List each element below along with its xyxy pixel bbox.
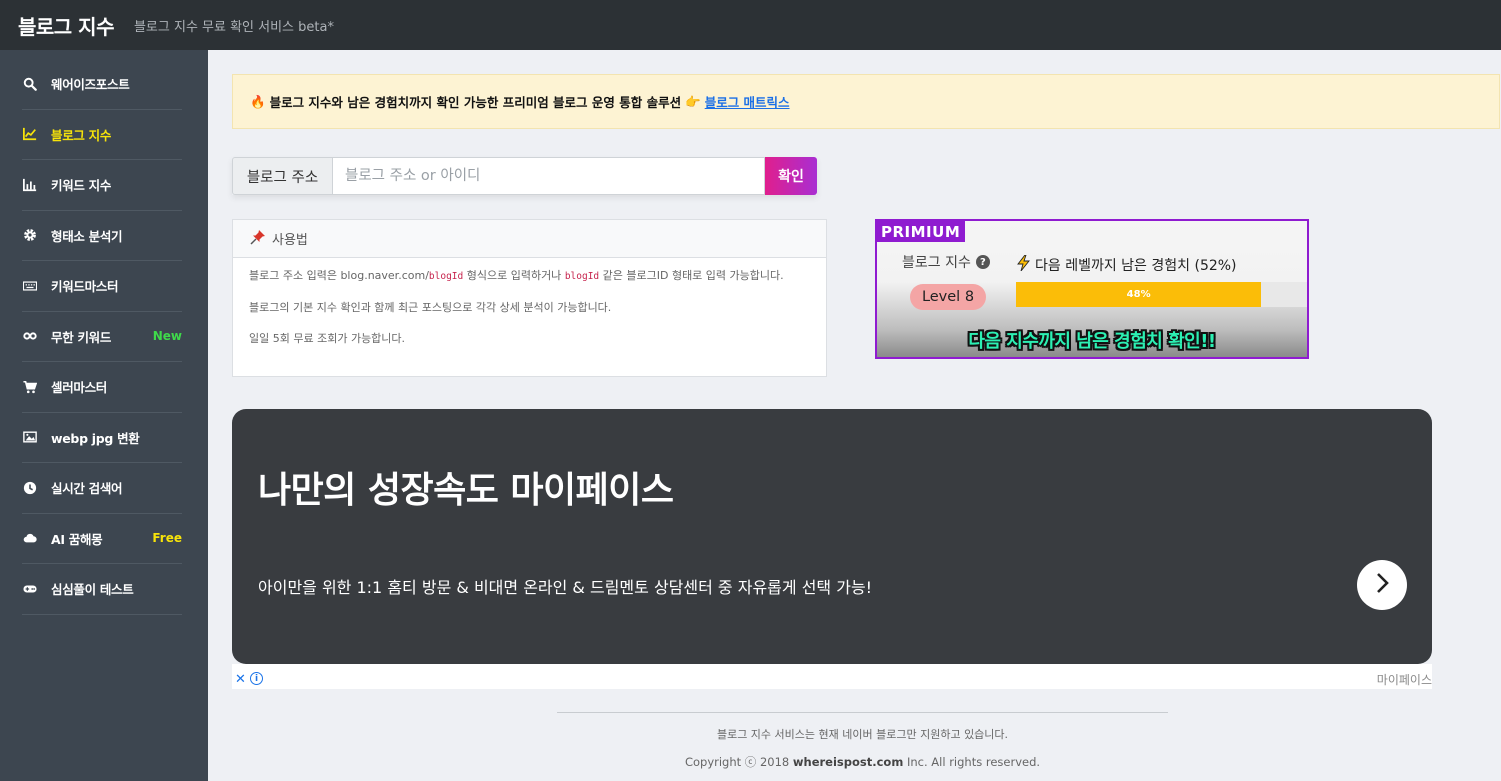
sidebar-item-label: 셀러마스터 <box>51 380 108 396</box>
index-label-text: 블로그 지수 <box>902 255 971 271</box>
usage-line-1: 블로그 주소 입력은 blog.naver.com/blogId 형식으로 입력… <box>249 270 826 282</box>
code-blogid: blogId <box>428 271 464 282</box>
usage-line-3: 일일 5회 무료 조회가 가능합니다. <box>249 331 406 345</box>
remaining-exp-text: 다음 레벨까지 남은 경험치 (52%) <box>1035 258 1237 274</box>
site-name: whereispost.com <box>792 755 904 769</box>
notice-text: 블로그 지수와 남은 경험치까지 확인 가능한 프리미엄 블로그 운영 통합 솔… <box>269 95 682 110</box>
sidebar-item-label: 키워드마스터 <box>51 279 119 295</box>
keyboard-icon <box>22 278 37 293</box>
pushpin-icon <box>250 229 266 249</box>
premium-tag: PRIMIUM <box>877 221 966 242</box>
sidebar-item-label: webp jpg 변환 <box>51 430 140 446</box>
confirm-button[interactable]: 확인 <box>765 157 817 195</box>
clock-icon <box>22 480 37 495</box>
pointing-hand-icon: 👉 <box>685 93 701 109</box>
gear-icon <box>22 228 37 243</box>
top-bar: 블로그 지수 블로그 지수 무료 확인 서비스 beta* <box>0 0 1501 50</box>
footer-divider <box>557 712 1168 713</box>
ad-next-button[interactable] <box>1357 560 1407 610</box>
infinity-icon <box>22 329 37 344</box>
search-label: 블로그 주소 <box>232 157 332 195</box>
free-badge: Free <box>152 531 182 546</box>
image-icon <box>22 430 37 445</box>
copyright-suffix: Inc. All rights reserved. <box>903 755 1041 769</box>
usage-text: 블로그 주소 입력은 blog.naver.com/ <box>249 269 429 282</box>
usage-line-2: 블로그의 기본 지수 확인과 함께 최근 포스팅으로 각각 상세 분석이 가능합… <box>249 300 612 314</box>
usage-title: 사용법 <box>272 233 308 248</box>
sidebar: 웨어이즈포스트 블로그 지수 키워드 지수 형태소 분석기 키워드마스터 무한 … <box>0 50 208 781</box>
blog-address-input[interactable] <box>332 157 765 195</box>
sidebar-nav: 웨어이즈포스트 블로그 지수 키워드 지수 형태소 분석기 키워드마스터 무한 … <box>22 59 182 615</box>
blog-index-label: 블로그 지수 ? <box>902 252 990 272</box>
sidebar-item-label: 웨어이즈포스트 <box>51 77 130 93</box>
lightning-icon <box>1017 254 1030 275</box>
copyright-prefix: Copyright ⓒ 2018 <box>684 755 793 769</box>
premium-cta: 다음 지수까지 남은 경험치 확인!! <box>968 331 1216 352</box>
sidebar-item-label: 무한 키워드 <box>51 329 112 345</box>
sidebar-item-whereispost[interactable]: 웨어이즈포스트 <box>22 59 182 110</box>
sidebar-item-keyword-master[interactable]: 키워드마스터 <box>22 261 182 312</box>
cart-icon <box>22 379 37 394</box>
sidebar-item-morpheme[interactable]: 형태소 분석기 <box>22 211 182 261</box>
new-badge: New <box>152 329 182 344</box>
usage-header: 사용법 <box>233 220 826 258</box>
usage-text: 형식으로 입력하거나 <box>463 269 565 282</box>
sidebar-item-infinite-keyword[interactable]: 무한 키워드 New <box>22 312 182 362</box>
usage-panel: 사용법 블로그 주소 입력은 blog.naver.com/blogId 형식으… <box>232 219 827 377</box>
fire-icon: 🔥 <box>250 93 266 109</box>
bar-chart-icon <box>22 177 37 192</box>
sidebar-item-label: 형태소 분석기 <box>51 228 123 244</box>
sidebar-item-ai-dream[interactable]: AI 꿈해몽 Free <box>22 514 182 564</box>
level-badge: Level 8 <box>910 284 986 310</box>
sidebar-item-keyword-index[interactable]: 키워드 지수 <box>22 160 182 211</box>
ad-description: 아이만을 위한 1:1 홈티 방문 & 비대면 온라인 & 드림멘토 상담센터 … <box>258 578 873 597</box>
line-chart-icon <box>22 127 37 142</box>
cloud-icon <box>22 531 37 546</box>
blog-matrix-link[interactable]: 블로그 매트릭스 <box>705 92 790 111</box>
usage-text: 같은 블로그ID 형태로 입력 가능합니다. <box>599 269 784 282</box>
search-icon <box>22 76 37 91</box>
brand-subtitle: 블로그 지수 무료 확인 서비스 beta* <box>133 19 334 35</box>
info-icon[interactable]: i <box>250 672 263 685</box>
chevron-right-icon <box>1372 571 1392 599</box>
question-icon: ? <box>975 255 990 269</box>
sidebar-item-seller-master[interactable]: 셀러마스터 <box>22 362 182 413</box>
progress-fill: 48% <box>1016 282 1262 307</box>
progress-track: 48% <box>1016 282 1307 307</box>
sidebar-item-label: 심심풀이 테스트 <box>51 582 134 598</box>
sidebar-item-label: AI 꿈해몽 <box>51 531 103 547</box>
premium-banner[interactable]: PRIMIUM 블로그 지수 ? Level 8 다음 레벨까지 남은 경험치 … <box>875 219 1309 359</box>
footer-copyright: Copyright ⓒ 2018 whereispost.com Inc. Al… <box>557 754 1168 770</box>
sidebar-item-blog-index[interactable]: 블로그 지수 <box>22 110 182 160</box>
footer-note: 블로그 지수 서비스는 현재 네이버 블로그만 지원하고 있습니다. <box>716 728 1009 741</box>
sidebar-item-realtime-search[interactable]: 실시간 검색어 <box>22 463 182 514</box>
sidebar-item-fun-test[interactable]: 심심풀이 테스트 <box>22 564 182 615</box>
close-icon[interactable]: ✕ <box>235 672 246 687</box>
ad-title: 나만의 성장속도 마이페이스 <box>258 470 674 511</box>
sidebar-item-label: 블로그 지수 <box>51 127 112 143</box>
usage-body: 블로그 주소 입력은 blog.naver.com/blogId 형식으로 입력… <box>233 258 826 344</box>
main-content: 🔥 블로그 지수와 남은 경험치까지 확인 가능한 프리미엄 블로그 운영 통합… <box>208 50 1501 781</box>
brand-title[interactable]: 블로그 지수 <box>18 11 114 40</box>
ad-banner[interactable]: 나만의 성장속도 마이페이스 아이만을 위한 1:1 홈티 방문 & 비대면 온… <box>232 409 1432 664</box>
gamepad-icon <box>22 581 37 596</box>
sidebar-item-label: 실시간 검색어 <box>51 481 123 497</box>
ad-source[interactable]: 마이페이스 <box>1377 671 1432 688</box>
remaining-exp: 다음 레벨까지 남은 경험치 (52%) <box>1017 254 1237 275</box>
sidebar-item-webp-converter[interactable]: webp jpg 변환 <box>22 413 182 463</box>
search-form: 블로그 주소 확인 <box>232 157 817 195</box>
sidebar-item-label: 키워드 지수 <box>51 178 112 194</box>
ad-footer: ✕ i 마이페이스 <box>232 664 1432 689</box>
premium-notice: 🔥 블로그 지수와 남은 경험치까지 확인 가능한 프리미엄 블로그 운영 통합… <box>232 74 1500 129</box>
code-blogid: blogId <box>564 271 600 282</box>
